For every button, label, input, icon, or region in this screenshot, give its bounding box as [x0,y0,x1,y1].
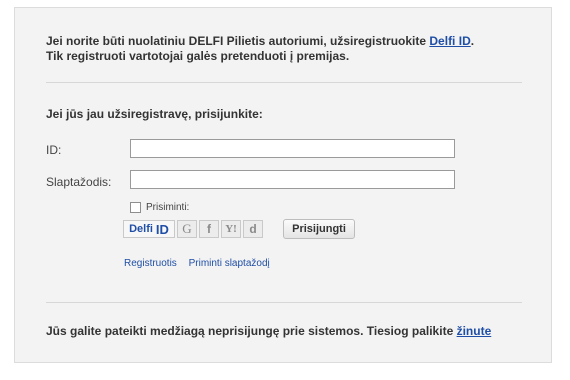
intro-text: Jei norite būti nuolatiniu DELFI Pilieti… [46,34,474,64]
google-icon: G [182,221,192,236]
message-link[interactable]: žinute [457,324,492,338]
divider-bottom [46,302,522,303]
login-section-title: Jei jūs jau užsiregistravę, prisijunkite… [46,107,263,121]
intro-line-1-suffix: . [470,34,475,48]
yahoo-icon: Y! [225,223,237,235]
intro-line-1-prefix: Jei norite būti nuolatiniu DELFI Pilieti… [46,34,427,48]
remember-row: Prisiminti: [130,202,189,213]
remind-password-link[interactable]: Priminti slaptažodį [189,258,270,269]
delfi-id-mark: ID [155,221,169,237]
remember-checkbox[interactable] [130,202,141,213]
account-links: Registruotis Priminti slaptažodį [124,258,279,269]
remember-label: Prisiminti: [146,202,190,213]
delicious-icon: d [249,222,257,236]
login-submit-button[interactable]: Prisijungti [283,219,355,239]
yahoo-login-icon[interactable]: Y! [221,220,241,238]
register-link[interactable]: Registruotis [124,258,177,269]
intro-line-2: Tik registruoti vartotojai galės pretend… [46,49,350,63]
facebook-icon: f [207,222,211,236]
footer-text: Jūs galite pateikti medžiagą neprisijung… [46,324,491,338]
id-label: ID: [46,143,62,157]
id-input[interactable] [130,139,455,158]
login-providers: Delfi ID G f Y! d [123,220,265,238]
delfi-id-prefix: Delfi [129,223,153,235]
facebook-login-icon[interactable]: f [199,220,219,238]
google-login-icon[interactable]: G [177,220,197,238]
password-input[interactable] [130,170,455,189]
footer-message: Jūs galite pateikti medžiagą neprisijung… [46,324,454,338]
delfi-id-login-button[interactable]: Delfi ID [123,220,175,238]
registration-panel: Jei norite būti nuolatiniu DELFI Pilieti… [14,7,552,363]
delfi-id-register-link[interactable]: Delfi ID [429,34,470,48]
divider-top [46,82,522,83]
intro-line-1: Jei norite būti nuolatiniu DELFI Pilieti… [46,34,474,49]
password-label: Slaptažodis: [46,175,112,189]
delicious-login-icon[interactable]: d [243,220,263,238]
